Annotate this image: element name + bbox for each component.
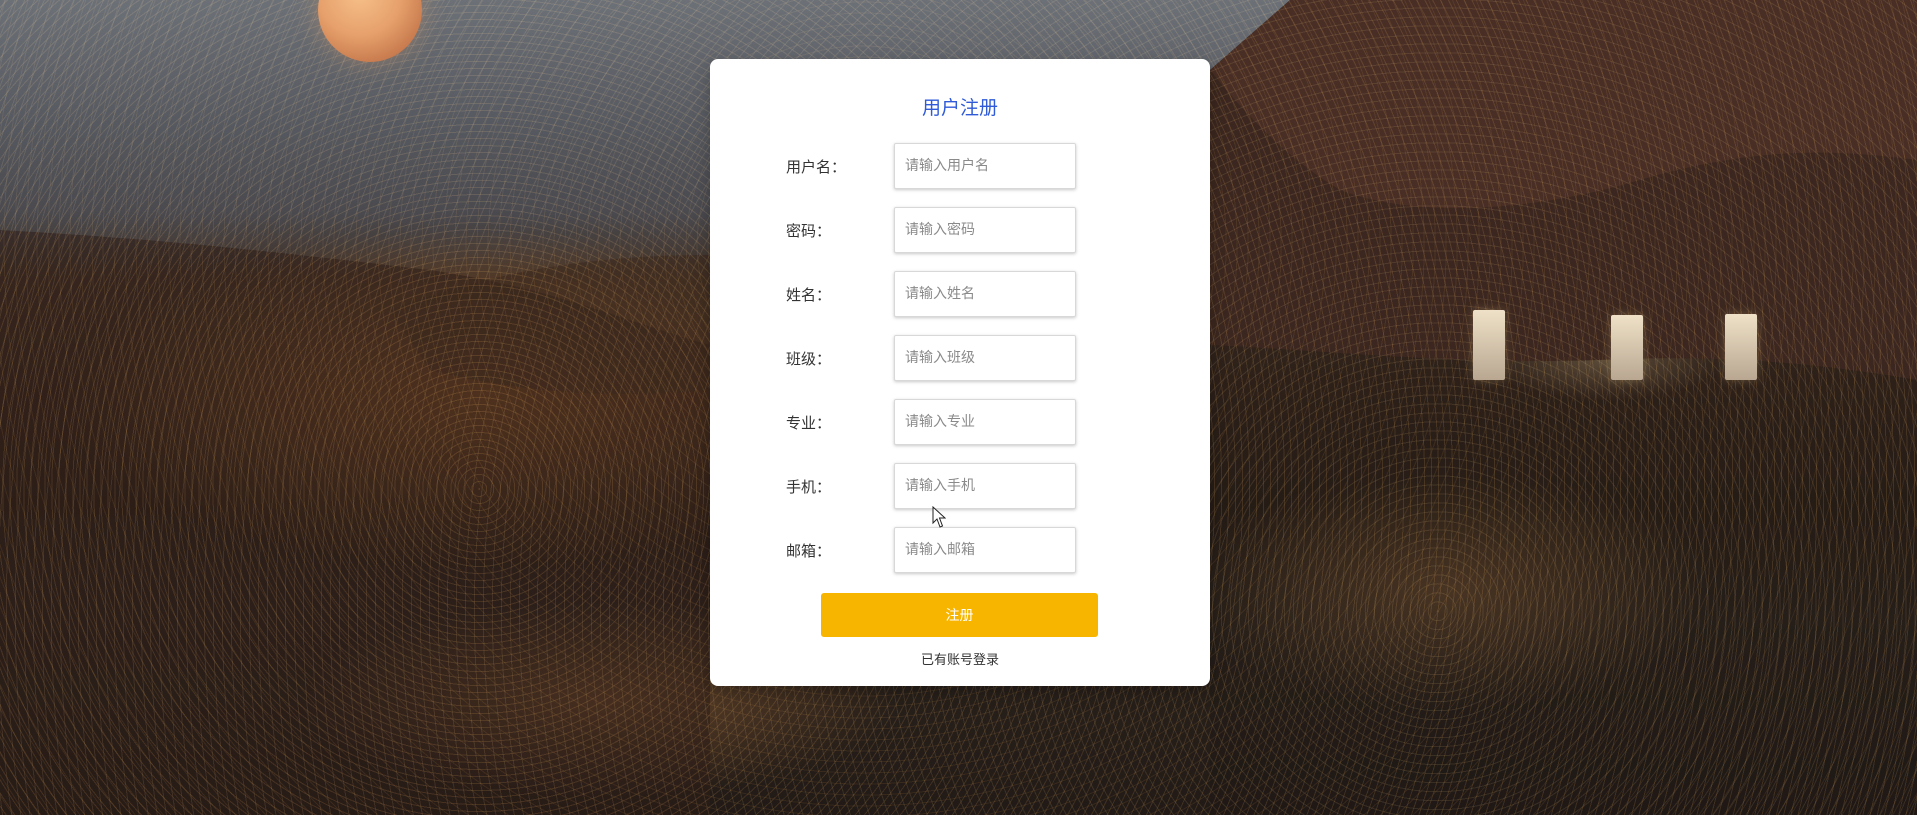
major-input[interactable]: [894, 399, 1076, 445]
class-label: 班级：: [786, 350, 832, 368]
field-row-major: 专业：: [786, 399, 1086, 445]
phone-input[interactable]: [894, 463, 1076, 509]
field-row-class: 班级：: [786, 335, 1086, 381]
username-input[interactable]: [894, 143, 1076, 189]
field-row-username: 用户名：: [786, 143, 1086, 189]
name-input[interactable]: [894, 271, 1076, 317]
register-title: 用户注册: [921, 97, 998, 119]
towers: [1470, 300, 1770, 380]
register-card: 用户注册 用户名： 密码： 姓名： 班级： 专业： 手机： 邮箱： 注册 已有账…: [710, 59, 1210, 686]
register-button[interactable]: 注册: [821, 593, 1098, 637]
field-row-name: 姓名：: [786, 271, 1086, 317]
class-input[interactable]: [894, 335, 1076, 381]
name-label: 姓名：: [786, 286, 832, 304]
email-input[interactable]: [894, 527, 1076, 573]
username-label: 用户名：: [786, 158, 847, 176]
mouse-pointer-icon: [932, 506, 946, 528]
field-row-email: 邮箱：: [786, 527, 1086, 573]
phone-label: 手机：: [786, 478, 832, 496]
password-label: 密码：: [786, 222, 832, 240]
major-label: 专业：: [786, 414, 832, 432]
login-link[interactable]: 已有账号登录: [710, 649, 1210, 668]
email-label: 邮箱：: [786, 542, 832, 560]
password-input[interactable]: [894, 207, 1076, 253]
field-row-phone: 手机：: [786, 463, 1086, 509]
field-row-password: 密码：: [786, 207, 1086, 253]
